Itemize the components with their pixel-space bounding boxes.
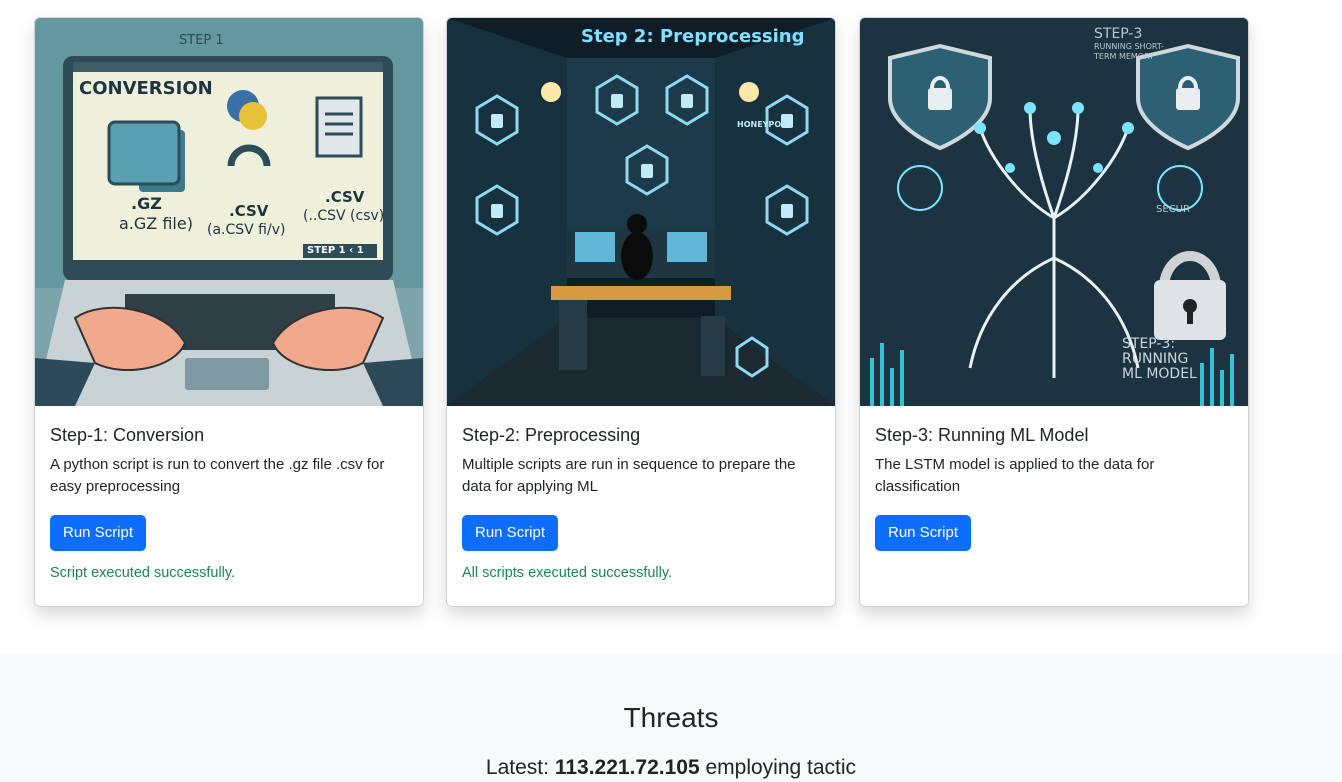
image-label-top: STEP-3 — [1094, 26, 1143, 42]
card-body: Step-3: Running ML Model The LSTM model … — [860, 406, 1248, 579]
image-label-bottom-2: RUNNING — [1122, 351, 1189, 367]
card-description: The LSTM model is applied to the data fo… — [875, 456, 1155, 495]
preprocessing-illustration: Step 2: Preprocessing HONEYPOT — [447, 18, 835, 406]
status-message: Script executed successfully. — [50, 565, 236, 581]
image-gz-file: a.GZ file) — [119, 214, 193, 233]
status-message: All scripts executed successfully. — [462, 565, 673, 581]
conversion-illustration: STEP 1 CONVERSION .GZ a.GZ file) .CSV (a… — [35, 18, 423, 406]
latest-prefix: Latest: — [485, 756, 549, 779]
run-script-button[interactable]: Run Script — [462, 515, 559, 551]
ml-model-illustration: STEP-3 RUNNING SHORT-TERM MEMORY SECUR S… — [860, 18, 1248, 406]
image-label-bottom-1: STEP-3: — [1122, 336, 1176, 352]
card-body: Step-1: Conversion A python script is ru… — [35, 406, 423, 599]
threats-heading: Threats — [623, 702, 719, 733]
threats-section: Threats Latest: 113.221.72.105 employing… — [0, 653, 1342, 782]
card-description: A python script is run to convert the .g… — [50, 456, 385, 495]
card-title: Step-3: Running ML Model — [875, 425, 1089, 445]
card-title: Step-2: Preprocessing — [462, 425, 641, 445]
card-title: Step-1: Conversion — [50, 425, 205, 445]
image-label-sub: RUNNING SHORT-TERM MEMORY — [1094, 42, 1164, 61]
image-secure-label: SECUR — [1156, 204, 1190, 215]
image-label-main: CONVERSION — [79, 78, 213, 99]
image-csv-mid-sub: (a.CSV fi/v) — [207, 222, 286, 238]
card-step-3: STEP-3 RUNNING SHORT-TERM MEMORY SECUR S… — [859, 17, 1249, 607]
card-body: Step-2: Preprocessing Multiple scripts a… — [447, 406, 835, 599]
image-label-main: Step 2: Preprocessing — [581, 26, 805, 47]
latest-ip-address: 113.221.72.105 — [554, 756, 700, 779]
pipeline-cards: STEP 1 CONVERSION .GZ a.GZ file) .CSV (a… — [0, 0, 1342, 640]
card-step-2: Step 2: Preprocessing HONEYPOT Step-2: P… — [446, 17, 836, 607]
run-script-button[interactable]: Run Script — [50, 515, 147, 551]
image-csv-right-sub: (..CSV (csv) — [303, 208, 385, 224]
card-step-1: STEP 1 CONVERSION .GZ a.GZ file) .CSV (a… — [34, 17, 424, 607]
image-label-top: STEP 1 — [179, 33, 224, 48]
latest-suffix: employing tactic — [705, 756, 857, 779]
server-room-image — [447, 18, 835, 406]
image-label-bottom-3: ML MODEL — [1122, 366, 1197, 382]
latest-threat: Latest: 113.221.72.105 employing tactic — [0, 754, 1342, 782]
run-script-button[interactable]: Run Script — [875, 515, 972, 551]
image-csv-mid: .CSV — [229, 202, 269, 220]
image-step-badge: STEP 1 ‹ 1 — [307, 245, 364, 256]
image-honeypot-label: HONEYPOT — [737, 120, 787, 129]
image-csv-right: .CSV — [325, 188, 365, 206]
card-description: Multiple scripts are run in sequence to … — [462, 456, 796, 495]
image-gz-label: .GZ — [131, 194, 162, 213]
